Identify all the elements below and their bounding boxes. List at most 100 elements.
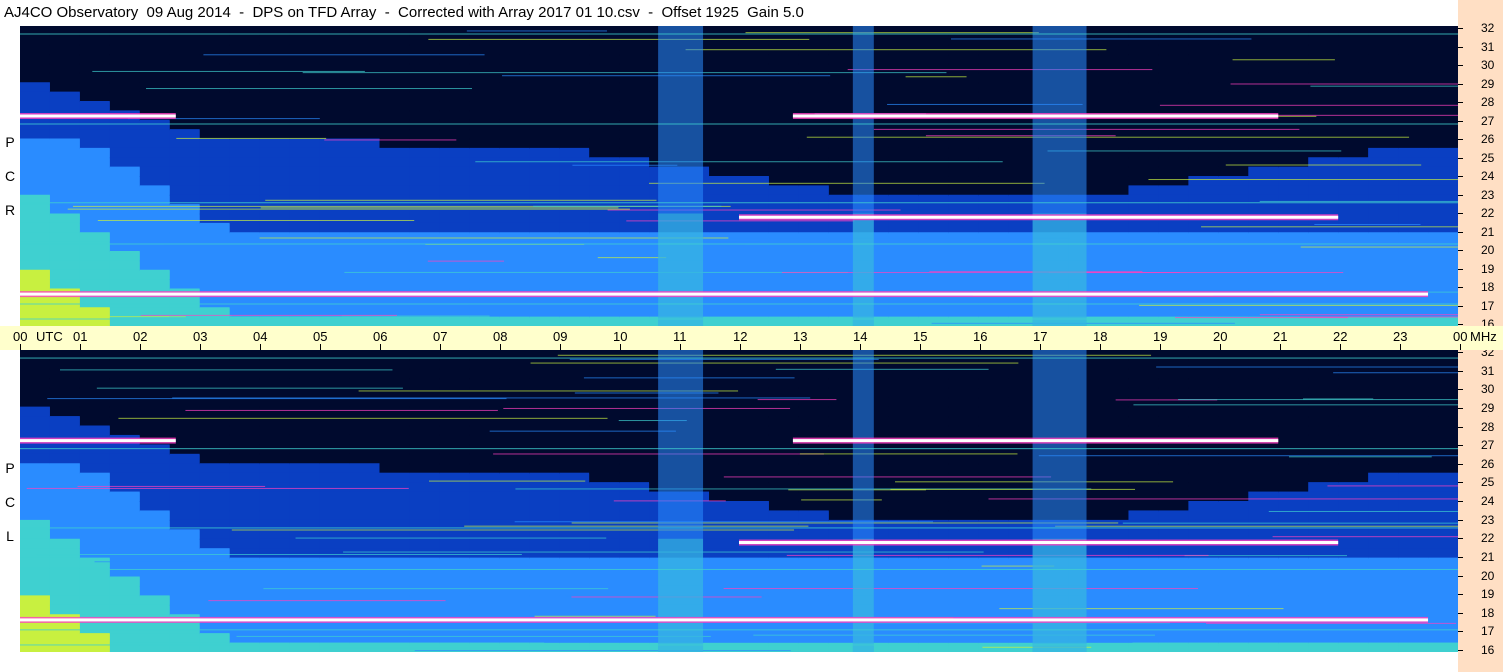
spectrogram-cell (1248, 44, 1280, 56)
spectrogram-cell (499, 368, 531, 380)
spectrogram-cell (439, 359, 471, 370)
spectrogram-cell (739, 482, 770, 493)
interference-line (1038, 455, 1458, 457)
spectrogram-cell (798, 406, 830, 418)
spectrogram-cell (139, 548, 171, 559)
spectrogram-cell (739, 397, 770, 408)
spectrogram-cell (798, 176, 830, 187)
spectrogram-cell (559, 241, 591, 252)
spectrogram-cell (619, 576, 651, 587)
spectrogram-cell (109, 510, 141, 521)
spectrogram-cell (20, 642, 51, 652)
spectrogram-cell (559, 416, 591, 427)
spectrogram-cell (589, 359, 621, 370)
spectrogram-cell (768, 397, 800, 408)
spectrogram-cell (1428, 194, 1458, 206)
spectrogram-cell (349, 444, 381, 455)
spectrogram-cell (49, 482, 81, 493)
spectrogram-cell (169, 444, 201, 455)
time-tick-mark (380, 344, 381, 350)
spectrogram-cell (589, 623, 621, 635)
spectrogram-cell (469, 129, 501, 140)
time-tick-label: 21 (1273, 329, 1288, 344)
spectrogram-cell (918, 567, 950, 578)
spectrogram-cell (409, 241, 441, 252)
spectrogram-cell (79, 251, 111, 262)
spectrogram-cell (79, 63, 111, 74)
spectrogram-cell (229, 538, 261, 550)
spectrogram-cell (109, 138, 141, 149)
spectrogram-cell (1248, 548, 1280, 559)
spectrogram-cell (529, 368, 561, 380)
spectrogram-cell (319, 119, 351, 131)
spectrogram-cell (1308, 368, 1340, 380)
spectrogram-cell (169, 567, 201, 578)
spectrogram-cell (978, 251, 1010, 262)
frequency-tick-label: 26 (1481, 457, 1495, 471)
spectrogram-cell (169, 63, 201, 74)
spectrogram-cell (1188, 119, 1220, 131)
spectrogram-cell (1368, 147, 1400, 159)
spectrogram-cell (1308, 26, 1340, 37)
spectrogram-cell (1188, 204, 1220, 215)
spectrogram-cell (20, 359, 51, 370)
spectrogram-cell (739, 119, 770, 131)
spectrogram-cell (499, 316, 531, 326)
frequency-tick-label: 30 (1481, 58, 1495, 72)
spectrogram-cell (139, 316, 171, 326)
spectrogram-cell (1188, 472, 1220, 484)
spectrogram-cell (49, 194, 81, 206)
spectrogram-cell (948, 307, 980, 318)
spectrogram-cell (1098, 548, 1130, 559)
interference-line (185, 409, 498, 411)
frequency-tick-label: 28 (1481, 95, 1495, 109)
spectrogram-cell (529, 110, 561, 121)
spectrogram-cell (1098, 623, 1130, 635)
spectrogram-cell (79, 260, 111, 271)
spectrogram-cell (1398, 557, 1430, 569)
spectrogram-cell (918, 279, 950, 290)
spectrogram-cell (379, 213, 411, 224)
spectrogram-cell (259, 72, 291, 84)
spectrogram-cell (319, 54, 351, 65)
spectrogram-cell (1278, 194, 1310, 206)
spectrogram-cell (199, 368, 231, 380)
spectrogram-cell (169, 548, 201, 559)
time-tick-mark (1280, 344, 1281, 350)
spectrogram-cell (559, 297, 591, 309)
interference-line (1302, 398, 1374, 400)
spectrogram-cell (49, 101, 81, 112)
spectrogram-cell (709, 378, 740, 389)
spectrogram-cell (439, 501, 471, 512)
spectrogram-cell (79, 378, 111, 389)
spectrogram-cell (1278, 444, 1310, 455)
spectrogram-cell (79, 557, 111, 569)
spectrogram-cell (379, 222, 411, 234)
spectrogram-cell (798, 623, 830, 635)
spectrogram-cell (199, 241, 231, 252)
spectrogram-cell (439, 482, 471, 493)
spectrogram-cell (79, 185, 111, 196)
spectrogram-cell (1128, 176, 1160, 187)
spectrogram-cell (1428, 491, 1458, 502)
spectrogram-cell (1338, 482, 1370, 493)
spectrogram-cell (319, 213, 351, 224)
spectrogram-cell (948, 222, 980, 234)
spectrogram-cell (109, 425, 141, 436)
spectrogram-cell (469, 185, 501, 196)
spectrogram-cell (1278, 91, 1310, 102)
spectrogram-cell (1278, 519, 1310, 531)
spectrogram-cell (1338, 119, 1370, 131)
spectrogram-cell (798, 54, 830, 65)
spectrogram-cell (1398, 260, 1430, 271)
spectrogram-cell (1338, 213, 1370, 224)
spectrogram-cell (20, 138, 51, 149)
spectrogram-cell (1398, 166, 1430, 177)
spectrogram-cell (1278, 463, 1310, 474)
spectrogram-cell (349, 416, 381, 427)
spectrogram-cell (469, 368, 501, 380)
spectrogram-cell (798, 241, 830, 252)
spectrogram-cell (1308, 501, 1340, 512)
spectrogram-cell (768, 119, 800, 131)
spectrogram-cell (1398, 157, 1430, 168)
